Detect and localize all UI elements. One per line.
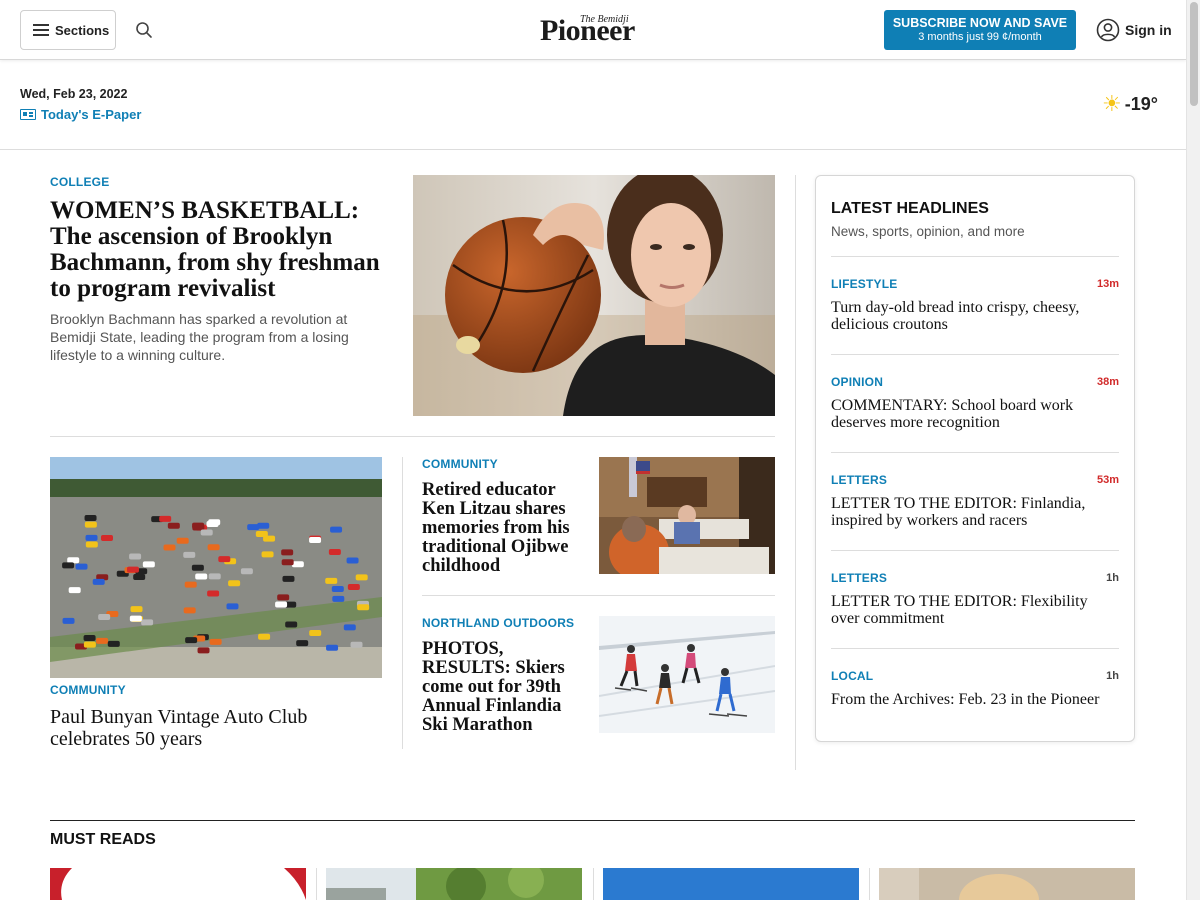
weather-widget[interactable]: ☀ -19° [1102, 93, 1158, 115]
logo-wordmark: Pioneer [540, 14, 635, 47]
headline-title-link[interactable]: From the Archives: Feb. 23 in the Pionee… [831, 691, 1119, 708]
story-headline-link[interactable]: Retired educator Ken Litzau shares memor… [422, 481, 587, 576]
story-category-link[interactable]: COMMUNITY [422, 457, 498, 471]
story-headline-link[interactable]: Paul Bunyan Vintage Auto Club celebrates… [50, 706, 380, 750]
headline-time: 13m [1096, 278, 1119, 290]
divider [831, 550, 1119, 551]
column-divider [593, 868, 594, 900]
headline-time: 1h [1106, 572, 1119, 584]
headline-category-link[interactable]: LETTERS [831, 571, 887, 585]
must-read-card-image[interactable] [879, 868, 1135, 900]
story-headline-link[interactable]: PHOTOS, RESULTS: Skiers come out for 39t… [422, 640, 587, 735]
headline-title-link[interactable]: LETTER TO THE EDITOR: Finlandia, inspire… [831, 495, 1119, 529]
search-icon[interactable] [135, 21, 153, 39]
epaper-link[interactable]: Today's E-Paper [20, 107, 141, 122]
current-date: Wed, Feb 23, 2022 [20, 87, 128, 101]
headline-time: 38m [1096, 376, 1119, 388]
headline-title-link[interactable]: Turn day-old bread into crispy, cheesy, … [831, 299, 1119, 333]
story-photo-skiers[interactable] [599, 616, 775, 733]
vertical-scrollbar[interactable] [1186, 0, 1200, 900]
story-photo-car-show[interactable] [50, 457, 382, 678]
headline-time: 1h [1106, 670, 1119, 682]
latest-headlines-title: LATEST HEADLINES [831, 200, 989, 217]
story-category-link[interactable]: NORTHLAND OUTDOORS [422, 616, 574, 630]
subscribe-headline: SUBSCRIBE NOW AND SAVE [892, 16, 1068, 30]
divider [831, 256, 1119, 257]
lead-category-link[interactable]: COLLEGE [50, 175, 109, 189]
story-category-link[interactable]: COMMUNITY [50, 683, 126, 697]
divider [831, 648, 1119, 649]
column-divider [402, 457, 403, 749]
temperature: -19° [1124, 93, 1158, 114]
epaper-label: Today's E-Paper [41, 107, 142, 122]
headline-category-link[interactable]: LIFESTYLE [831, 277, 897, 291]
column-divider [869, 868, 870, 900]
headline-title-link[interactable]: COMMENTARY: School board work deserves m… [831, 397, 1119, 431]
date-bar: Wed, Feb 23, 2022 Today's E-Paper ☀ -19° [0, 60, 1186, 150]
divider [831, 452, 1119, 453]
lead-headline-link[interactable]: WOMEN’S BASKETBALL: The ascension of Bro… [50, 198, 400, 302]
must-read-card-image[interactable] [603, 868, 859, 900]
divider [831, 354, 1119, 355]
must-reads-title: MUST READS [50, 831, 156, 848]
column-divider [795, 175, 796, 770]
headline-category-link[interactable]: OPINION [831, 375, 883, 389]
lead-photo-basketball[interactable] [413, 175, 775, 416]
lead-description: Brooklyn Bachmann has sparked a revoluti… [50, 311, 349, 363]
latest-headlines-panel: LATEST HEADLINES News, sports, opinion, … [815, 175, 1135, 742]
newspaper-icon [20, 109, 36, 120]
headline-title-link[interactable]: LETTER TO THE EDITOR: Flexibility over c… [831, 593, 1119, 627]
sign-in-button[interactable]: Sign in [1096, 18, 1172, 42]
sign-in-label: Sign in [1125, 22, 1172, 38]
scrollbar-thumb[interactable] [1190, 2, 1198, 106]
column-divider [316, 868, 317, 900]
sun-icon: ☀ [1102, 91, 1122, 116]
top-header: Sections The Bemidji Pioneer SUBSCRIBE N… [0, 0, 1186, 60]
subscribe-offer: 3 months just 99 ¢/month [918, 31, 1042, 43]
hamburger-icon [33, 24, 49, 36]
sections-menu-button[interactable]: Sections [20, 10, 116, 50]
headline-category-link[interactable]: LETTERS [831, 473, 887, 487]
story-photo-classroom[interactable] [599, 457, 775, 574]
must-read-card-image[interactable] [326, 868, 582, 900]
latest-headlines-subtitle: News, sports, opinion, and more [831, 224, 1025, 239]
must-read-card-image[interactable] [50, 868, 306, 900]
headline-time: 53m [1096, 474, 1119, 486]
headline-category-link[interactable]: LOCAL [831, 669, 873, 683]
sections-label: Sections [55, 22, 110, 38]
divider [422, 595, 775, 596]
user-icon [1096, 18, 1120, 42]
section-divider [50, 820, 1135, 821]
subscribe-button[interactable]: SUBSCRIBE NOW AND SAVE 3 months just 99 … [884, 10, 1076, 50]
divider [50, 436, 775, 437]
site-logo[interactable]: The Bemidji Pioneer [540, 12, 650, 48]
